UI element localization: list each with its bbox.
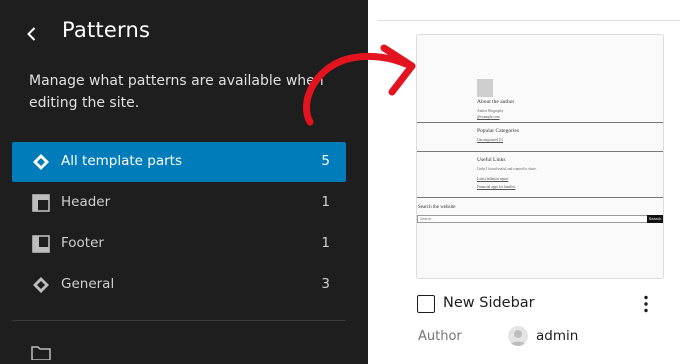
pattern-preview-card[interactable]: About the author Author Biography @examp… [416, 34, 664, 279]
preview-popular-item: Uncategorized (1) [477, 138, 504, 142]
header-layout-icon [32, 194, 50, 212]
sidebar-item-count: 5 [321, 153, 330, 169]
preview-search-button: Search [647, 215, 663, 223]
header-border [378, 20, 680, 21]
more-options-icon[interactable] [636, 294, 656, 314]
preview-divider [417, 122, 663, 123]
sidebar-item-count: 1 [321, 235, 330, 251]
preview-search-label: Search the website [418, 205, 456, 210]
preview-divider [417, 151, 663, 152]
preview-divider [417, 197, 663, 198]
sidebar-item-count: 1 [321, 194, 330, 210]
preview-useful-link: Latest inflation report [477, 177, 509, 181]
sidebar-item-label: General [61, 276, 115, 292]
sidebar-item-label: Header [61, 194, 111, 210]
sidebar-item-label: All template parts [61, 153, 182, 169]
sidebar-item-general[interactable]: General 3 [12, 265, 346, 305]
preview-useful-heading: Useful Links [477, 157, 506, 163]
author-label: Author [418, 329, 462, 344]
preview-popular-heading: Popular Categories [477, 128, 520, 134]
preview-search-placeholder: Search... [420, 217, 435, 221]
preview-avatar [477, 79, 493, 97]
sidebar-divider [12, 320, 346, 321]
sidebar-description: Manage what patterns are available when … [29, 73, 324, 111]
preview-search-input: Search... [417, 215, 663, 223]
user-avatar-icon [510, 330, 526, 346]
sidebar-item-footer[interactable]: Footer 1 [12, 224, 346, 264]
preview-about-text: Author Biography [477, 109, 504, 113]
sidebar-title: Patterns [62, 18, 151, 42]
preview-useful-text: Links I found useful and wanted to share… [477, 167, 537, 171]
preview-about-link: @example.com [477, 115, 500, 119]
preview-useful-link: Financial apps for families [477, 185, 516, 189]
diamond-icon [33, 154, 49, 170]
footer-layout-icon [32, 235, 50, 253]
author-name[interactable]: admin [536, 328, 578, 344]
preview-about-heading: About the author [477, 99, 515, 105]
sidebar-item-count: 3 [321, 276, 330, 292]
folder-icon[interactable] [31, 346, 51, 360]
annotation-arrow [303, 44, 416, 126]
sidebar-item-all-template-parts[interactable]: All template parts 5 [12, 142, 346, 182]
sidebar-item-label: Footer [61, 235, 104, 251]
chevron-left-icon[interactable] [22, 24, 42, 44]
select-pattern-checkbox[interactable] [417, 295, 435, 313]
pattern-title[interactable]: New Sidebar [443, 295, 535, 311]
sidebar-item-header[interactable]: Header 1 [12, 183, 346, 223]
author-avatar [508, 326, 528, 346]
diamond-icon [33, 277, 49, 293]
